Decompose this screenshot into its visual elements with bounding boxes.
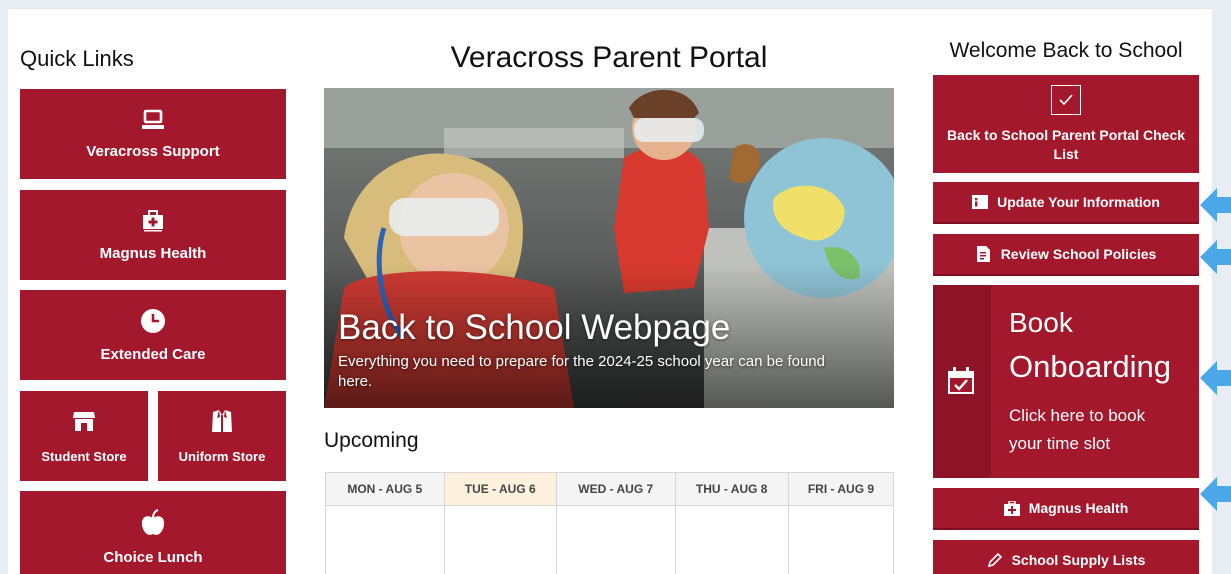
checklist-label: Back to School Parent Portal Check List [946, 127, 1186, 162]
calendar-day-cell [443, 505, 557, 574]
upcoming-title: Upcoming [324, 429, 419, 452]
info-card-icon [972, 195, 989, 209]
update-information-button[interactable]: Update Your Information [933, 182, 1199, 224]
veracross-support-label: Veracross Support [86, 142, 220, 160]
update-information-label: Update Your Information [997, 194, 1160, 210]
extended-care-label: Extended Care [100, 345, 206, 363]
arrow-pointer-icon [1200, 188, 1231, 222]
calendar-day-cell [674, 505, 789, 574]
pencil-icon [987, 552, 1002, 568]
laptop-icon [142, 109, 164, 129]
review-policies-button[interactable]: Review School Policies [933, 234, 1199, 276]
hero-banner[interactable]: Back to School Webpage Everything you ne… [324, 88, 894, 408]
book-onboarding-button[interactable]: Book Onboarding Click here to book your … [933, 285, 1199, 478]
student-store-label: Student Store [41, 448, 127, 464]
calendar-day-header: THU - AUG 8 [674, 472, 789, 506]
uniform-store-tile[interactable]: Uniform Store [158, 391, 286, 481]
magnus-health-button[interactable]: Magnus Health [933, 488, 1199, 530]
welcome-title: Welcome Back to School [949, 39, 1183, 62]
checkbox-icon [1051, 85, 1081, 115]
calendar-day-header: WED - AUG 7 [555, 472, 676, 506]
book-onboarding-icon-panel [933, 285, 991, 478]
book-subtitle-line2: your time slot [1009, 434, 1111, 453]
veracross-support-tile[interactable]: Veracross Support [20, 89, 286, 179]
clock-icon [141, 308, 165, 333]
upcoming-calendar: MON - AUG 5 TUE - AUG 6 WED - AUG 7 THU … [325, 472, 895, 574]
arrow-pointer-icon [1200, 240, 1231, 274]
arrow-pointer-icon [1200, 361, 1231, 395]
calendar-day-header: MON - AUG 5 [325, 472, 445, 506]
store-icon [73, 411, 95, 431]
checklist-button[interactable]: Back to School Parent Portal Check List [933, 75, 1199, 173]
extended-care-tile[interactable]: Extended Care [20, 290, 286, 380]
book-title-line1: Book [1009, 307, 1073, 338]
medical-kit-icon [1003, 500, 1020, 516]
school-supply-lists-button[interactable]: School Supply Lists [933, 540, 1199, 574]
arrow-pointer-icon [1200, 477, 1231, 511]
document-icon [976, 246, 990, 262]
calendar-day-header-today: TUE - AUG 6 [443, 472, 557, 506]
book-title-line2: Onboarding [1009, 349, 1172, 384]
apple-icon [141, 508, 165, 535]
review-policies-label: Review School Policies [1000, 246, 1157, 262]
shirt-icon [212, 409, 232, 432]
portal-page: Quick Links Veracross Support Magnus Hea… [8, 8, 1212, 574]
calendar-day-cell [787, 505, 895, 574]
calendar-day-cell [325, 505, 445, 574]
hero-title: Back to School Webpage [338, 308, 731, 347]
quick-links-title: Quick Links [20, 46, 134, 71]
medical-kit-icon [143, 209, 163, 231]
calendar-day-cell [555, 505, 676, 574]
magnus-health-tile[interactable]: Magnus Health [20, 190, 286, 280]
student-store-tile[interactable]: Student Store [20, 391, 148, 481]
magnus-health-label: Magnus Health [99, 244, 207, 262]
calendar-check-icon [948, 367, 974, 394]
school-supply-lists-label: School Supply Lists [1011, 552, 1146, 568]
hero-subtitle: Everything you need to prepare for the 2… [338, 353, 825, 390]
calendar-day-header: FRI - AUG 9 [787, 472, 895, 506]
book-subtitle-line1: Click here to book [1009, 406, 1146, 425]
page-title: Veracross Parent Portal [450, 41, 768, 74]
choice-lunch-label: Choice Lunch [103, 548, 203, 566]
uniform-store-label: Uniform Store [178, 448, 266, 464]
magnus-health-button-label: Magnus Health [1028, 500, 1129, 516]
choice-lunch-tile[interactable]: Choice Lunch [20, 491, 286, 574]
